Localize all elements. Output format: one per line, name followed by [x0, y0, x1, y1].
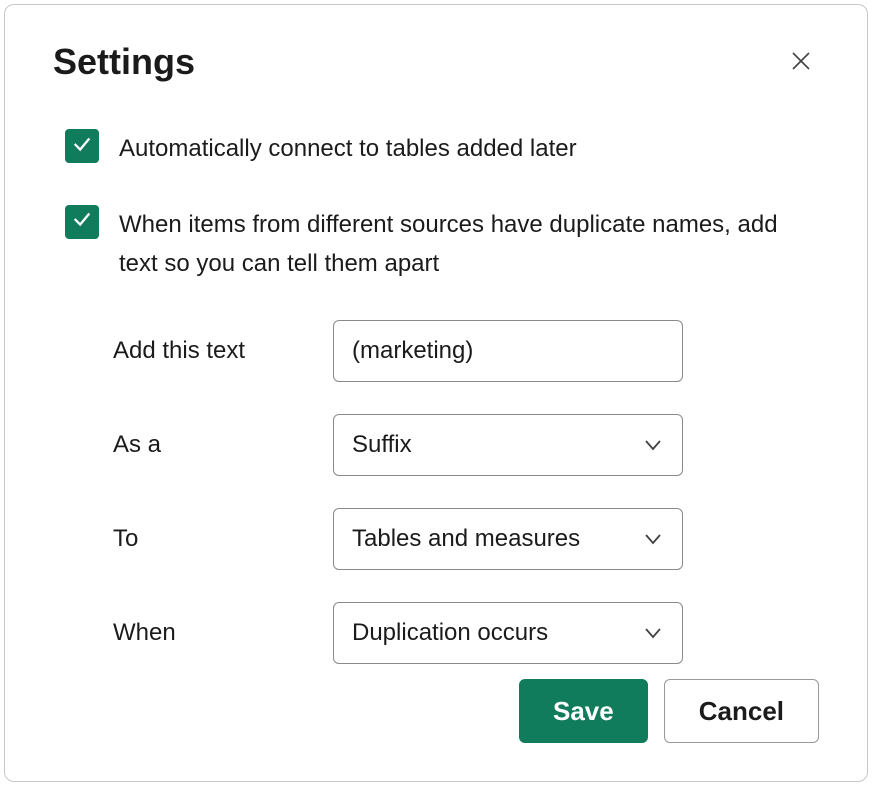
form-row-as-a: As a Suffix: [113, 414, 819, 476]
check-icon: [71, 133, 93, 160]
form-row-when: When Duplication occurs: [113, 602, 819, 664]
form-area: Add this text As a Suffix To Tables and …: [53, 320, 819, 664]
when-select[interactable]: Duplication occurs: [333, 602, 683, 664]
check-icon: [71, 208, 93, 235]
add-text-label: Add this text: [113, 337, 333, 365]
form-row-to: To Tables and measures: [113, 508, 819, 570]
close-icon: [789, 49, 813, 76]
checkbox-row-duplicate-names: When items from different sources have d…: [53, 205, 819, 284]
as-a-select[interactable]: Suffix: [333, 414, 683, 476]
auto-connect-label: Automatically connect to tables added la…: [119, 129, 577, 169]
dialog-header: Settings: [53, 41, 819, 83]
form-row-add-text: Add this text: [113, 320, 819, 382]
as-a-select-wrapper: Suffix: [333, 414, 683, 476]
as-a-label: As a: [113, 431, 333, 459]
add-text-input[interactable]: [333, 320, 683, 382]
settings-dialog: Settings Automatically connect to tables…: [4, 4, 868, 782]
checkbox-row-auto-connect: Automatically connect to tables added la…: [53, 129, 819, 169]
button-row: Save Cancel: [519, 679, 819, 743]
cancel-button[interactable]: Cancel: [664, 679, 819, 743]
to-select-wrapper: Tables and measures: [333, 508, 683, 570]
save-button[interactable]: Save: [519, 679, 648, 743]
when-label: When: [113, 619, 333, 647]
dialog-title: Settings: [53, 41, 195, 83]
duplicate-names-label: When items from different sources have d…: [119, 205, 819, 284]
to-label: To: [113, 525, 333, 553]
to-select[interactable]: Tables and measures: [333, 508, 683, 570]
when-select-wrapper: Duplication occurs: [333, 602, 683, 664]
auto-connect-checkbox[interactable]: [65, 129, 99, 163]
close-button[interactable]: [783, 44, 819, 80]
duplicate-names-checkbox[interactable]: [65, 205, 99, 239]
